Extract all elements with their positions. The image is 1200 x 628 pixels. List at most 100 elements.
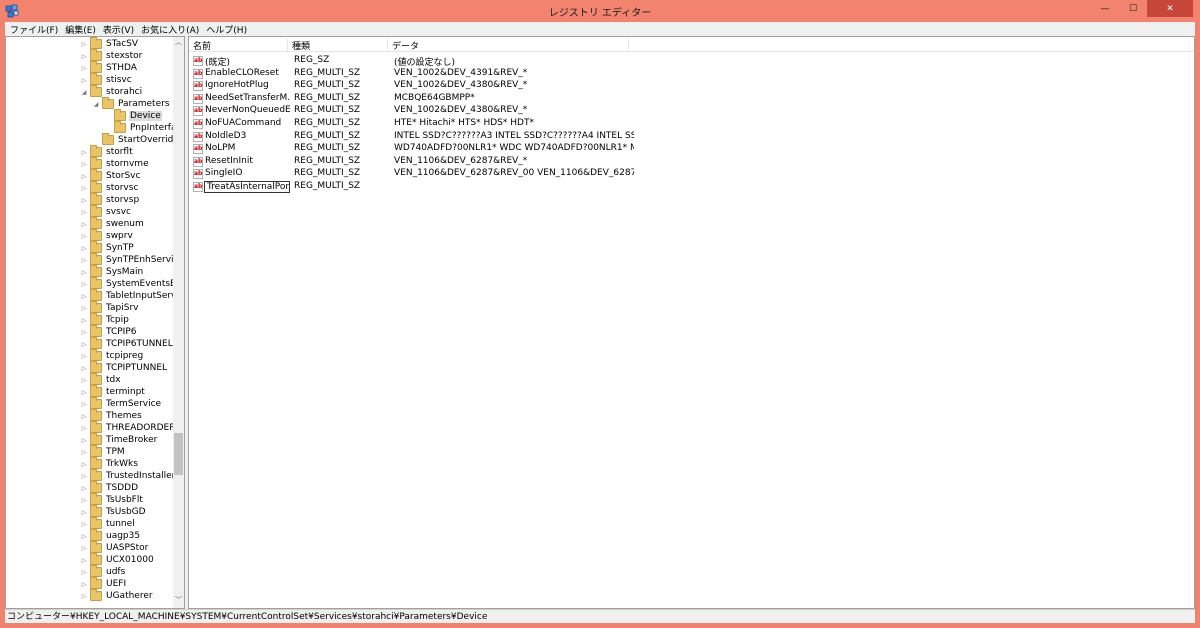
expand-arrow-icon[interactable]: ▷ bbox=[80, 509, 88, 516]
menu-item-4[interactable]: ヘルプ(H) bbox=[204, 23, 252, 36]
tree-item[interactable]: ▷ UEFI bbox=[80, 577, 127, 590]
value-row[interactable]: ab EnableCLOReset REG_MULTI_SZ VEN_1002&DEV… bbox=[189, 68, 1194, 80]
expand-arrow-icon[interactable]: ▷ bbox=[80, 233, 88, 240]
expand-arrow-icon[interactable]: ▷ bbox=[80, 197, 88, 204]
tree-item[interactable]: ▷ TrkWks bbox=[80, 457, 139, 470]
tree-item-label: UCX01000 bbox=[106, 555, 154, 565]
expand-arrow-icon[interactable]: ◢ bbox=[80, 89, 88, 96]
expand-arrow-icon[interactable]: ▷ bbox=[80, 293, 88, 300]
tree-scrollbar[interactable]: ︿ ﹀ bbox=[173, 37, 184, 608]
expand-arrow-icon[interactable]: ▷ bbox=[80, 485, 88, 492]
value-data: VEN_1002&DEV_4380&REV_* bbox=[394, 105, 528, 116]
values-list[interactable]: 名前 種類 データ ab (既定) REG_SZ (値の設定なし) ab EnableCL… bbox=[188, 36, 1195, 609]
expand-arrow-icon[interactable]: ▷ bbox=[80, 533, 88, 540]
expand-arrow-icon[interactable]: ▷ bbox=[80, 221, 88, 228]
tree-item[interactable]: ▷ tunnel bbox=[80, 517, 136, 530]
menu-item-1[interactable]: 編集(E) bbox=[63, 23, 101, 36]
tree-item[interactable]: ◢ storahci bbox=[80, 85, 143, 98]
tree-item[interactable]: ▷ STHDA bbox=[80, 61, 138, 74]
expand-arrow-icon[interactable]: ▷ bbox=[80, 521, 88, 528]
tree-item[interactable]: StartOverride bbox=[92, 133, 180, 146]
tree-item[interactable]: ▷ UGatherer bbox=[80, 589, 154, 602]
expand-arrow-icon[interactable]: ▷ bbox=[80, 413, 88, 420]
expand-arrow-icon[interactable]: ▷ bbox=[80, 377, 88, 384]
expand-arrow-icon[interactable]: ▷ bbox=[80, 545, 88, 552]
expand-arrow-icon[interactable]: ▷ bbox=[80, 497, 88, 504]
value-row[interactable]: abNeverNonQueuedEr...REG_MULTI_SZ VEN_100… bbox=[189, 105, 1194, 117]
expand-arrow-icon[interactable]: ▷ bbox=[80, 341, 88, 348]
expand-arrow-icon[interactable]: ▷ bbox=[80, 329, 88, 336]
tree-item[interactable]: ▷ swprv bbox=[80, 229, 134, 242]
expand-arrow-icon[interactable]: ▷ bbox=[80, 173, 88, 180]
minimize-button[interactable]: — bbox=[1091, 0, 1119, 18]
value-row[interactable]: ab NeedSetTransferM... REG_MULTI_SZ MCBQE64… bbox=[189, 93, 1194, 105]
close-button[interactable]: ✕ bbox=[1147, 0, 1193, 17]
expand-arrow-icon[interactable]: ▷ bbox=[80, 149, 88, 156]
registry-tree[interactable]: ▷ STacSV ▷ stexstor ▷ STHDA ▷ stisvc ◢ storahci ◢ P… bbox=[5, 36, 185, 609]
column-type-header[interactable]: 種類 bbox=[288, 39, 388, 52]
column-data-header[interactable]: データ bbox=[388, 39, 629, 52]
expand-arrow-icon[interactable]: ▷ bbox=[80, 581, 88, 588]
tree-item[interactable]: ▷ udfs bbox=[80, 565, 126, 578]
expand-arrow-icon[interactable]: ▷ bbox=[80, 389, 88, 396]
expand-arrow-icon[interactable]: ◢ bbox=[92, 101, 100, 108]
expand-arrow-icon[interactable]: ▷ bbox=[80, 77, 88, 84]
tree-item[interactable]: ▷ svsvc bbox=[80, 205, 132, 218]
tree-item[interactable]: ◢ Parameters bbox=[92, 97, 171, 110]
value-row[interactable]: ab (既定) REG_SZ (値の設定なし) bbox=[189, 55, 1194, 68]
expand-arrow-icon[interactable]: ▷ bbox=[80, 41, 88, 48]
rename-input[interactable]: TreatAsInternalPort bbox=[204, 181, 290, 193]
expand-arrow-icon[interactable]: ▷ bbox=[80, 161, 88, 168]
expand-arrow-icon[interactable]: ▷ bbox=[80, 401, 88, 408]
value-row[interactable]: ab NoIdleD3 REG_MULTI_SZ INTEL SSD?C??????A… bbox=[189, 131, 1194, 143]
expand-arrow-icon[interactable]: ▷ bbox=[80, 269, 88, 276]
column-name-header[interactable]: 名前 bbox=[189, 39, 288, 52]
tree-item[interactable]: ▷ SynTP bbox=[80, 241, 135, 254]
expand-arrow-icon[interactable]: ▷ bbox=[80, 257, 88, 264]
expand-arrow-icon[interactable]: ▷ bbox=[80, 437, 88, 444]
value-row[interactable]: ab TreatAsInternalPort REG_MULTI_SZ bbox=[189, 181, 1194, 193]
expand-arrow-icon[interactable]: ▷ bbox=[80, 65, 88, 72]
tree-item[interactable]: ▷ TPM bbox=[80, 445, 126, 458]
value-row[interactable]: ab NoFUACommand REG_MULTI_SZ HTE* Hitachi* … bbox=[189, 118, 1194, 130]
value-row[interactable]: ab IgnoreHotPlug REG_MULTI_SZ VEN_1002&DEV_… bbox=[189, 80, 1194, 92]
menu-item-0[interactable]: ファイル(F) bbox=[8, 23, 63, 36]
expand-arrow-icon[interactable]: ▷ bbox=[80, 593, 88, 600]
expand-arrow-icon[interactable]: ▷ bbox=[80, 425, 88, 432]
expand-arrow-icon[interactable]: ▷ bbox=[80, 557, 88, 564]
expand-arrow-icon[interactable]: ▷ bbox=[80, 53, 88, 60]
menu-item-3[interactable]: お気に入り(A) bbox=[139, 23, 204, 36]
tree-item[interactable]: ▷ tdx bbox=[80, 373, 122, 386]
expand-arrow-icon[interactable]: ▷ bbox=[80, 245, 88, 252]
tree-item[interactable]: ▷ stisvc bbox=[80, 73, 133, 86]
value-row[interactable]: ab SingleIO REG_MULTI_SZ VEN_1106&DEV_6287&… bbox=[189, 168, 1194, 180]
tree-item[interactable]: ▷ storvsc bbox=[80, 181, 139, 194]
value-row[interactable]: ab NoLPM REG_MULTI_SZ WD740ADFD?00NLR1* WDC… bbox=[189, 143, 1194, 155]
value-row[interactable]: ab ResetInInit REG_MULTI_SZ VEN_1106&DEV_62… bbox=[189, 156, 1194, 168]
title-bar[interactable]: レジストリ エディター — ☐ ✕ bbox=[0, 0, 1200, 22]
expand-arrow-icon[interactable]: ▷ bbox=[80, 569, 88, 576]
tree-item[interactable]: ▷ storflt bbox=[80, 145, 134, 158]
scroll-down-icon[interactable]: ﹀ bbox=[173, 595, 184, 606]
tree-item[interactable]: Device bbox=[104, 109, 162, 122]
expand-arrow-icon[interactable]: ▷ bbox=[80, 281, 88, 288]
expand-arrow-icon[interactable]: ▷ bbox=[80, 305, 88, 312]
tree-item[interactable]: ▷ TSDDD bbox=[80, 481, 139, 494]
scroll-up-icon[interactable]: ︿ bbox=[173, 37, 184, 48]
expand-arrow-icon[interactable]: ▷ bbox=[80, 461, 88, 468]
expand-arrow-icon[interactable]: ▷ bbox=[80, 209, 88, 216]
maximize-button[interactable]: ☐ bbox=[1119, 0, 1147, 18]
expand-arrow-icon[interactable]: ▷ bbox=[80, 365, 88, 372]
expand-arrow-icon[interactable]: ▷ bbox=[80, 353, 88, 360]
expand-arrow-icon[interactable]: ▷ bbox=[80, 317, 88, 324]
tree-item[interactable]: ▷ Tcpip bbox=[80, 313, 130, 326]
expand-arrow-icon[interactable]: ▷ bbox=[80, 185, 88, 192]
tree-item[interactable]: ▷ TapiSrv bbox=[80, 301, 139, 314]
expand-arrow-icon[interactable]: ▷ bbox=[80, 473, 88, 480]
tree-item[interactable]: ▷ STacSV bbox=[80, 37, 139, 50]
tree-item-label: terminpt bbox=[106, 387, 145, 397]
tree-item[interactable]: ▷ TCPIP6 bbox=[80, 325, 138, 338]
scroll-thumb[interactable] bbox=[174, 433, 183, 475]
menu-item-2[interactable]: 表示(V) bbox=[101, 23, 139, 36]
expand-arrow-icon[interactable]: ▷ bbox=[80, 449, 88, 456]
